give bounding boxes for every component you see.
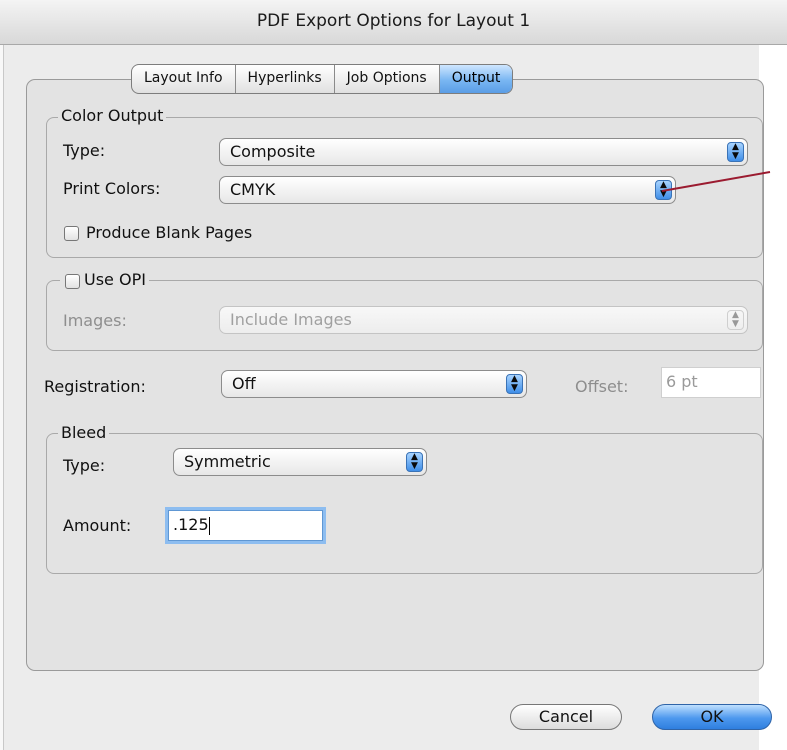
bleed-amount-label: Amount: bbox=[63, 516, 132, 535]
popup-arrows-icon: ▲ ▼ bbox=[506, 374, 523, 394]
produce-blank-pages-label[interactable]: Produce Blank Pages bbox=[86, 223, 252, 242]
print-colors-value: CMYK bbox=[230, 180, 276, 199]
popup-arrows-icon: ▲ ▼ bbox=[727, 310, 744, 330]
bleed-amount-field[interactable]: .125 bbox=[168, 510, 323, 541]
color-type-label: Type: bbox=[63, 141, 106, 160]
cancel-button[interactable]: Cancel bbox=[510, 704, 622, 730]
export-dialog: PDF Export Options for Layout 1 Layout I… bbox=[0, 0, 787, 750]
popup-arrows-icon: ▲ ▼ bbox=[727, 142, 744, 162]
produce-blank-pages-checkbox[interactable] bbox=[64, 226, 79, 241]
bleed-type-popup[interactable]: Symmetric ▲ ▼ bbox=[173, 448, 427, 476]
bleed-type-label: Type: bbox=[63, 456, 106, 475]
use-opi-label[interactable]: Use OPI bbox=[84, 270, 146, 289]
color-output-legend: Color Output bbox=[58, 106, 167, 125]
tab-layout-info[interactable]: Layout Info bbox=[132, 65, 236, 93]
tab-output[interactable]: Output bbox=[439, 65, 513, 93]
tab-hyperlinks[interactable]: Hyperlinks bbox=[236, 65, 335, 93]
offset-label: Offset: bbox=[575, 377, 629, 396]
print-colors-popup[interactable]: CMYK ▲ ▼ bbox=[219, 176, 676, 204]
bleed-legend: Bleed bbox=[58, 423, 110, 442]
opi-images-label: Images: bbox=[63, 311, 127, 330]
ok-button[interactable]: OK bbox=[652, 704, 772, 730]
registration-value: Off bbox=[232, 374, 256, 393]
popup-arrows-icon: ▲ ▼ bbox=[406, 452, 423, 472]
opi-images-popup: Include Images ▲ ▼ bbox=[219, 306, 748, 334]
bleed-amount-value: .125 bbox=[173, 515, 209, 534]
bleed-type-value: Symmetric bbox=[184, 452, 271, 471]
color-type-value: Composite bbox=[230, 142, 316, 161]
tab-bar: Layout Info Hyperlinks Job Options Outpu… bbox=[131, 64, 514, 94]
registration-label: Registration: bbox=[44, 377, 146, 396]
text-caret bbox=[208, 516, 210, 535]
title-bar[interactable]: PDF Export Options for Layout 1 bbox=[0, 0, 787, 45]
color-type-popup[interactable]: Composite ▲ ▼ bbox=[219, 138, 748, 166]
offset-field: 6 pt bbox=[661, 367, 761, 398]
window-title: PDF Export Options for Layout 1 bbox=[256, 11, 531, 31]
registration-popup[interactable]: Off ▲ ▼ bbox=[221, 370, 527, 398]
tab-job-options[interactable]: Job Options bbox=[335, 65, 440, 93]
window-edge bbox=[0, 0, 4, 750]
print-colors-label: Print Colors: bbox=[63, 179, 161, 198]
use-opi-checkbox[interactable] bbox=[65, 274, 80, 289]
popup-arrows-icon: ▲ ▼ bbox=[655, 180, 672, 200]
opi-images-value: Include Images bbox=[230, 310, 352, 329]
